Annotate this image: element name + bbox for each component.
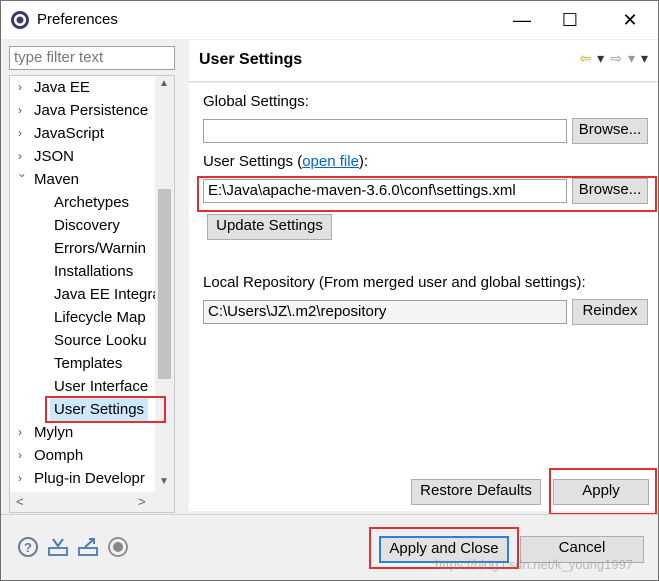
update-settings-button[interactable]: Update Settings xyxy=(207,214,332,240)
open-file-link[interactable]: open file xyxy=(302,153,359,170)
chevron-right-icon[interactable]: › xyxy=(18,467,30,490)
chevron-down-icon[interactable]: › xyxy=(11,174,34,186)
view-menu-icon[interactable]: ▾ xyxy=(641,50,648,67)
svg-text:?: ? xyxy=(24,540,32,555)
scroll-right-icon[interactable]: > xyxy=(138,494,146,509)
tree-item-maven[interactable]: › Maven xyxy=(10,168,155,191)
tree-item-java-persistence[interactable]: › Java Persistence xyxy=(10,99,155,122)
tree-item-javascript[interactable]: › JavaScript xyxy=(10,122,155,145)
local-repository-label: Local Repository (From merged user and g… xyxy=(203,274,586,291)
global-settings-field[interactable] xyxy=(203,119,567,143)
help-icon[interactable]: ? xyxy=(17,536,39,558)
window-title: Preferences xyxy=(37,11,118,28)
chevron-right-icon[interactable]: › xyxy=(18,145,30,168)
chevron-right-icon[interactable]: › xyxy=(18,122,30,145)
tree-horizontal-scrollbar[interactable]: < > xyxy=(10,492,174,512)
tree-item-json[interactable]: › JSON xyxy=(10,145,155,168)
tree-item-user-interface[interactable]: User Interface xyxy=(54,375,148,398)
close-icon: ✕ xyxy=(622,9,638,30)
tree-item-plugin-development[interactable]: › Plug-in Developr xyxy=(10,467,155,490)
tree-item-lifecycle-mappings[interactable]: Lifecycle Map xyxy=(54,306,146,329)
maximize-button[interactable]: ☐ xyxy=(547,1,593,39)
eclipse-app-icon xyxy=(11,11,29,29)
local-repository-field[interactable]: C:\Users\JZ\.m2\repository xyxy=(203,300,567,324)
user-settings-field[interactable]: E:\Java\apache-maven-3.6.0\conf\settings… xyxy=(203,179,567,203)
import-icon[interactable] xyxy=(47,536,69,558)
preference-tree[interactable]: › Java EE › Java Persistence › JavaScrip… xyxy=(9,75,175,513)
minimize-icon: — xyxy=(513,9,531,30)
chevron-right-icon[interactable]: › xyxy=(18,76,30,99)
maximize-icon: ☐ xyxy=(561,9,579,30)
restore-defaults-button[interactable]: Restore Defaults xyxy=(411,479,541,505)
tree-item-templates[interactable]: Templates xyxy=(54,352,122,375)
scrollbar-thumb[interactable] xyxy=(158,189,171,379)
apply-button[interactable]: Apply xyxy=(553,479,649,505)
tree-item-mylyn[interactable]: › Mylyn xyxy=(10,421,155,444)
back-arrow-icon[interactable]: ⇦ xyxy=(579,50,591,67)
title-bar: Preferences — ☐ ✕ xyxy=(1,1,658,39)
tree-item-java-ee[interactable]: › Java EE xyxy=(10,76,155,99)
tree-item-errors-warnings[interactable]: Errors/Warnin xyxy=(54,237,146,260)
global-settings-label: Global Settings: xyxy=(203,93,309,110)
chevron-right-icon[interactable]: › xyxy=(18,444,30,467)
chevron-right-icon[interactable]: › xyxy=(18,421,30,444)
global-browse-button[interactable]: Browse... xyxy=(572,118,648,144)
scroll-down-icon[interactable]: ▼ xyxy=(159,476,169,487)
tree-item-installations[interactable]: Installations xyxy=(54,260,133,283)
forward-arrow-icon[interactable]: ⇨ xyxy=(610,50,622,67)
record-icon[interactable] xyxy=(107,536,129,558)
reindex-button[interactable]: Reindex xyxy=(572,299,648,325)
footer-divider xyxy=(1,514,658,515)
page-title: User Settings xyxy=(199,51,303,68)
tree-item-archetypes[interactable]: Archetypes xyxy=(54,191,129,214)
tree-item-user-settings[interactable]: User Settings xyxy=(50,398,149,421)
close-button[interactable]: ✕ xyxy=(607,1,653,39)
footer-tools: ? xyxy=(17,536,129,558)
scroll-left-icon[interactable]: < xyxy=(16,494,24,509)
back-dropdown-icon[interactable]: ▾ xyxy=(597,50,604,67)
user-settings-label: User Settings (open file): xyxy=(203,153,369,170)
tree-item-oomph[interactable]: › Oomph xyxy=(10,444,155,467)
scroll-up-icon[interactable]: ▲ xyxy=(159,78,169,89)
export-icon[interactable] xyxy=(77,536,99,558)
tree-item-discovery[interactable]: Discovery xyxy=(54,214,120,237)
tree-item-source-lookup[interactable]: Source Looku xyxy=(54,329,147,352)
user-settings-page: Global Settings: Browse... User Settings… xyxy=(189,83,658,511)
tree-item-java-ee-integration[interactable]: Java EE Integra xyxy=(54,283,161,306)
history-navigation: ⇦ ▾ ⇨ ▾ ▾ xyxy=(579,50,648,67)
filter-input[interactable]: type filter text xyxy=(9,46,175,70)
tree-vertical-scrollbar[interactable]: ▲ ▼ xyxy=(155,76,174,492)
preferences-window: Preferences — ☐ ✕ type filter text › Jav… xyxy=(0,0,659,581)
chevron-right-icon[interactable]: › xyxy=(18,99,30,122)
page-header: User Settings ⇦ ▾ ⇨ ▾ ▾ xyxy=(189,40,658,82)
watermark: https://blog.csdn.net/k_young1997 xyxy=(435,557,634,572)
user-browse-button[interactable]: Browse... xyxy=(572,178,648,204)
forward-dropdown-icon[interactable]: ▾ xyxy=(628,50,635,67)
minimize-button[interactable]: — xyxy=(499,1,545,39)
